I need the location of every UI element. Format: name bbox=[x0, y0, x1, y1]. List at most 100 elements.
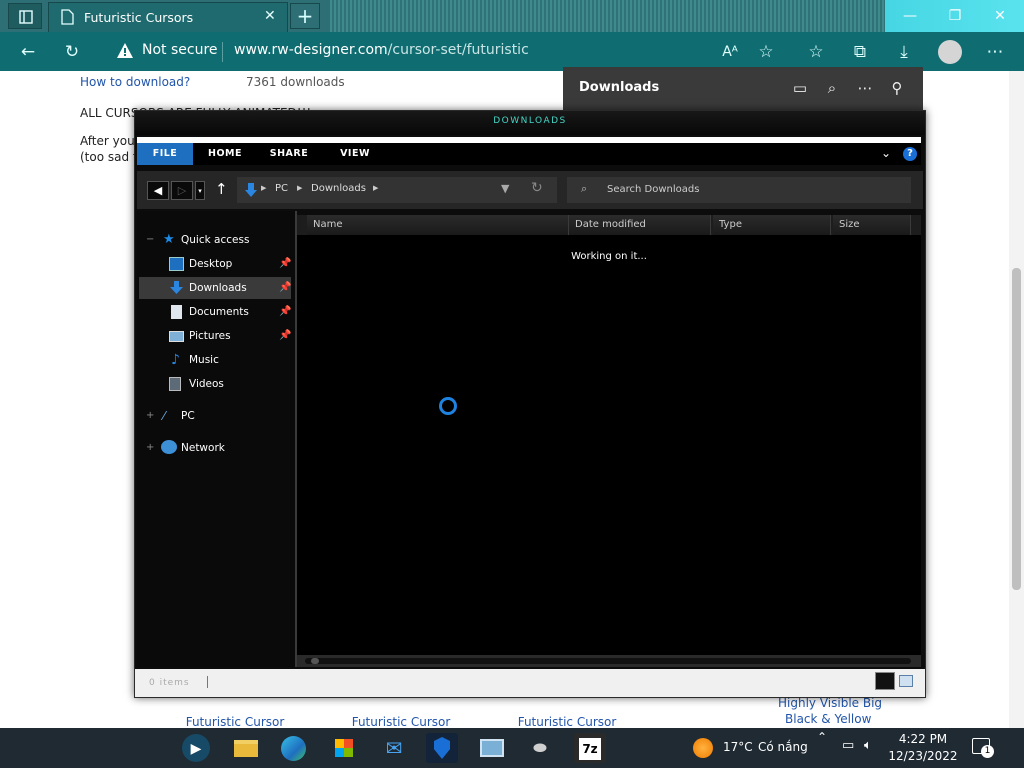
security-app-icon[interactable] bbox=[426, 733, 458, 763]
new-tab-button[interactable]: + bbox=[290, 3, 320, 29]
documents-icon bbox=[171, 305, 182, 319]
show-hidden-icons-icon[interactable]: ⌃ bbox=[817, 730, 827, 744]
explorer-titlebar[interactable]: DOWNLOADS bbox=[135, 111, 925, 135]
help-icon[interactable]: ? bbox=[903, 147, 917, 161]
sidebar-item-music[interactable]: ♪ Music bbox=[137, 349, 293, 371]
black-yellow-link[interactable]: Black & Yellow bbox=[785, 712, 871, 726]
sidebar-item-videos[interactable]: Videos bbox=[137, 373, 293, 395]
status-divider bbox=[207, 676, 208, 688]
tab-share[interactable]: SHARE bbox=[261, 143, 317, 165]
restore-button[interactable]: ❐ bbox=[935, 4, 975, 28]
control-panel-icon[interactable] bbox=[476, 733, 508, 763]
tab-file[interactable]: FILE bbox=[137, 143, 193, 165]
pin-icon[interactable]: ⚲ bbox=[886, 79, 908, 97]
pane-splitter[interactable] bbox=[295, 211, 297, 667]
sidebar-item-documents[interactable]: Documents 📌 bbox=[137, 301, 293, 323]
browser-tab[interactable]: Futuristic Cursors ✕ bbox=[48, 2, 288, 32]
weather-sun-icon[interactable] bbox=[693, 738, 713, 758]
tab-close-icon[interactable]: ✕ bbox=[264, 8, 276, 24]
more-options-icon[interactable]: ⋯ bbox=[983, 40, 1007, 64]
minimize-button[interactable]: — bbox=[890, 4, 930, 28]
column-name[interactable]: Name bbox=[307, 215, 569, 235]
close-window-button[interactable]: ✕ bbox=[980, 4, 1020, 28]
file-list[interactable]: Working on it... bbox=[297, 235, 921, 655]
sidebar-item-pictures[interactable]: Pictures 📌 bbox=[137, 325, 293, 347]
tab-view[interactable]: VIEW bbox=[327, 143, 383, 165]
sidebar-item-desktop[interactable]: Desktop 📌 bbox=[137, 253, 293, 275]
page-scroll-thumb[interactable] bbox=[1012, 268, 1021, 590]
tab-actions-button[interactable] bbox=[8, 3, 42, 29]
column-type[interactable]: Type bbox=[713, 215, 831, 235]
edge-icon[interactable] bbox=[278, 733, 310, 763]
busy-cursor-icon bbox=[439, 397, 457, 415]
media-player-icon[interactable]: ▶ bbox=[182, 734, 210, 762]
downloads-flyout: Downloads ▭ ⌕ ⋯ ⚲ bbox=[563, 67, 923, 111]
notification-icon[interactable]: 1 bbox=[972, 738, 994, 758]
forward-button[interactable]: ▷ bbox=[171, 181, 193, 200]
cursor-card-2[interactable]: Futuristic Cursor bbox=[334, 715, 468, 729]
page-icon bbox=[61, 9, 74, 25]
7zip-icon[interactable]: 7z bbox=[574, 733, 606, 763]
mail-icon[interactable]: ✉ bbox=[378, 733, 410, 763]
expand-icon[interactable]: + bbox=[146, 437, 154, 459]
search-icon[interactable]: ⌕ bbox=[821, 79, 843, 97]
notification-count: 1 bbox=[981, 745, 994, 758]
recent-locations-button[interactable]: ▾ bbox=[195, 181, 205, 200]
collapse-icon[interactable]: − bbox=[146, 229, 154, 251]
mouse-settings-icon[interactable]: ⬬ bbox=[524, 733, 556, 763]
expand-icon[interactable]: + bbox=[146, 405, 154, 427]
breadcrumb-pc[interactable]: PC bbox=[275, 183, 288, 194]
url-field[interactable]: www.rw-designer.com/cursor-set/futuristi… bbox=[234, 42, 529, 58]
breadcrumb-downloads[interactable]: Downloads bbox=[311, 183, 366, 194]
cursor-card-3[interactable]: Futuristic Cursor bbox=[500, 715, 634, 729]
horizontal-scrollbar[interactable] bbox=[297, 655, 921, 667]
scroll-track[interactable] bbox=[305, 658, 911, 664]
warning-icon[interactable] bbox=[116, 42, 134, 59]
favorites-icon[interactable]: ☆ bbox=[804, 40, 828, 64]
network-status-icon[interactable]: ▭ bbox=[842, 738, 854, 753]
divider bbox=[222, 42, 223, 62]
ribbon-expand-icon[interactable]: ⌄ bbox=[881, 146, 891, 160]
sidebar-item-downloads[interactable]: Downloads 📌 bbox=[139, 277, 291, 299]
more-icon[interactable]: ⋯ bbox=[854, 79, 876, 97]
large-icons-view-icon[interactable] bbox=[899, 675, 913, 687]
sidebar-item-network[interactable]: + Network bbox=[137, 437, 293, 459]
store-icon[interactable] bbox=[328, 733, 360, 763]
open-folder-icon[interactable]: ▭ bbox=[789, 79, 811, 97]
card-title: Futuristic Cursor bbox=[351, 715, 451, 729]
how-to-download-link[interactable]: How to download? bbox=[80, 75, 190, 89]
refresh-icon[interactable]: ↻ bbox=[531, 180, 543, 196]
refresh-icon[interactable]: ↻ bbox=[60, 40, 84, 64]
tab-home[interactable]: HOME bbox=[197, 143, 253, 165]
weather-temperature[interactable]: 17°C bbox=[723, 740, 753, 754]
breadcrumb[interactable]: ▶ PC ▶ Downloads ▶ ▼ ↻ bbox=[237, 177, 557, 203]
up-arrow-icon[interactable]: ↑ bbox=[215, 180, 228, 198]
favorite-add-icon[interactable]: ☆ bbox=[754, 40, 778, 64]
back-icon[interactable]: ← bbox=[16, 40, 40, 64]
downloads-icon[interactable]: ⤓ bbox=[892, 40, 916, 64]
cursor-card-1[interactable]: Futuristic Cursor bbox=[168, 715, 302, 729]
pin-icon: 📌 bbox=[279, 258, 292, 269]
search-input[interactable]: ⌕ Search Downloads bbox=[567, 177, 911, 203]
profile-avatar[interactable] bbox=[938, 40, 962, 64]
column-size[interactable]: Size bbox=[833, 215, 911, 235]
file-explorer-icon[interactable] bbox=[230, 733, 262, 763]
read-aloud-icon[interactable]: Aᴬ bbox=[718, 40, 742, 64]
scroll-thumb[interactable] bbox=[311, 658, 319, 664]
downloads-count: 7361 downloads bbox=[246, 75, 345, 89]
back-button[interactable]: ◀ bbox=[147, 181, 169, 200]
column-date-modified[interactable]: Date modified bbox=[569, 215, 711, 235]
videos-icon bbox=[169, 377, 181, 391]
collections-icon[interactable]: ⧉ bbox=[848, 40, 872, 64]
highly-visible-link[interactable]: Highly Visible Big bbox=[778, 696, 882, 710]
address-dropdown-icon[interactable]: ▼ bbox=[501, 182, 509, 195]
details-view-icon[interactable] bbox=[875, 672, 895, 690]
chevron-right-icon: ▶ bbox=[297, 184, 303, 192]
clock[interactable]: 4:22 PM 12/23/2022 bbox=[884, 731, 962, 765]
security-label[interactable]: Not secure bbox=[142, 42, 218, 58]
sidebar-item-quick-access[interactable]: − ★ Quick access bbox=[137, 229, 293, 251]
sidebar-item-pc[interactable]: + ⁄ PC bbox=[137, 405, 293, 427]
weather-description[interactable]: Có nắng bbox=[758, 740, 808, 754]
status-bar: 0 items bbox=[135, 669, 925, 697]
volume-icon[interactable]: 🔈︎ bbox=[864, 738, 872, 753]
